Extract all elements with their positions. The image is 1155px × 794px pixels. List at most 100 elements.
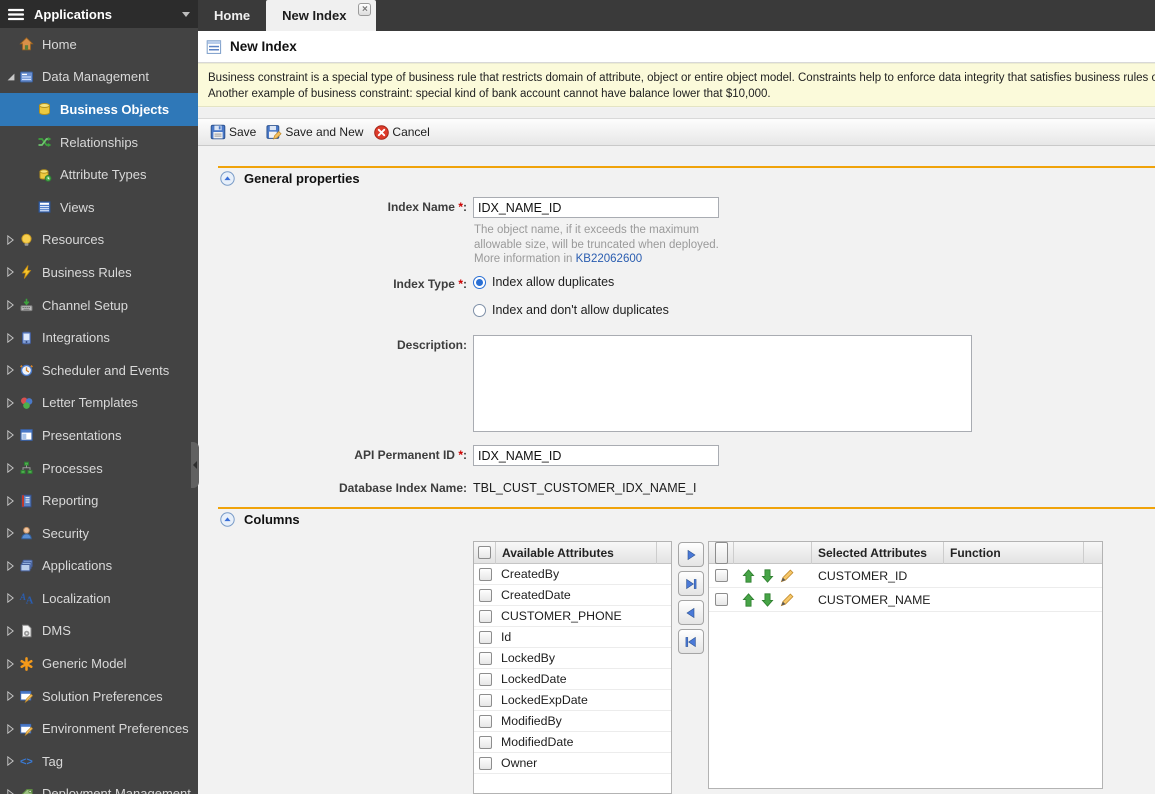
available-attribute-row[interactable]: ModifiedBy [474, 711, 671, 732]
move-all-right-button[interactable] [678, 571, 704, 596]
sidebar-item-presentations[interactable]: Presentations [0, 419, 198, 452]
sidebar-item-relationships[interactable]: Relationships [0, 126, 198, 159]
sidebar-item-deployment-management[interactable]: Deployment Management [0, 778, 198, 794]
expand-arrow-icon[interactable] [4, 560, 17, 571]
select-all-checkbox[interactable] [478, 546, 491, 559]
row-checkbox[interactable] [478, 567, 492, 581]
expand-arrow-icon[interactable] [4, 756, 17, 767]
sidebar-item-tag[interactable]: <> Tag [0, 745, 198, 778]
available-attribute-row[interactable]: ModifiedDate [474, 732, 671, 753]
row-checkbox[interactable] [478, 588, 492, 602]
sidebar-item-business-rules[interactable]: Business Rules [0, 256, 198, 289]
row-checkbox[interactable] [478, 693, 492, 707]
expand-arrow-icon[interactable] [4, 528, 17, 539]
selected-attribute-row[interactable]: CUSTOMER_ID [709, 564, 1102, 588]
sidebar-header[interactable]: Applications [0, 0, 198, 28]
sidebar-item-label: Deployment Management [42, 786, 191, 794]
caret-down-icon[interactable] [182, 11, 190, 17]
row-checkbox[interactable] [478, 756, 492, 770]
row-checkbox[interactable] [478, 651, 492, 665]
row-checkbox[interactable] [478, 609, 492, 623]
move-down-icon[interactable] [761, 592, 774, 607]
sidebar-item-home[interactable]: Home [0, 28, 198, 61]
tab-home[interactable]: Home [198, 0, 266, 31]
index-type-option-allow-duplicates[interactable]: Index allow duplicates [473, 275, 614, 289]
available-attribute-row[interactable]: LockedBy [474, 648, 671, 669]
expand-arrow-icon[interactable] [4, 234, 17, 245]
sidebar-item-attribute-types[interactable]: Attribute Types [0, 158, 198, 191]
available-attribute-row[interactable]: Id [474, 627, 671, 648]
move-down-icon[interactable] [761, 568, 774, 583]
description-textarea[interactable] [473, 335, 972, 432]
available-attribute-row[interactable]: LockedDate [474, 669, 671, 690]
sidebar-item-integrations[interactable]: Integrations [0, 321, 198, 354]
expand-arrow-icon[interactable] [4, 788, 17, 794]
expand-arrow-icon[interactable] [4, 723, 17, 734]
edit-pencil-icon[interactable] [780, 592, 795, 607]
api-permanent-id-input[interactable] [473, 445, 719, 466]
sidebar-item-dms[interactable]: DMS [0, 615, 198, 648]
sidebar-item-scheduler-and-events[interactable]: Scheduler and Events [0, 354, 198, 387]
available-attribute-row[interactable]: LockedExpDate [474, 690, 671, 711]
available-attribute-row[interactable]: CUSTOMER_PHONE [474, 606, 671, 627]
cancel-button[interactable]: Cancel [368, 121, 434, 143]
sidebar-item-reporting[interactable]: Reporting [0, 484, 198, 517]
sidebar-item-data-management[interactable]: Data Management [0, 61, 198, 94]
expand-arrow-icon[interactable] [4, 365, 17, 376]
radio-selected-icon[interactable] [473, 275, 486, 289]
expand-arrow-icon[interactable] [4, 267, 17, 278]
sidebar-item-resources[interactable]: Resources [0, 224, 198, 257]
expand-arrow-icon[interactable] [4, 300, 17, 311]
index-type-option-no-duplicates[interactable]: Index and don't allow duplicates [473, 303, 669, 317]
collapse-section-icon[interactable] [220, 512, 235, 527]
expand-arrow-icon[interactable] [4, 495, 17, 506]
sidebar-item-solution-preferences[interactable]: Solution Preferences [0, 680, 198, 713]
tab-new-index[interactable]: New Index × [266, 0, 377, 31]
move-selected-right-button[interactable] [678, 542, 704, 567]
expand-arrow-icon[interactable] [4, 593, 17, 604]
expand-arrow-icon[interactable] [4, 332, 17, 343]
sidebar-item-applications[interactable]: Applications [0, 550, 198, 583]
row-checkbox[interactable] [715, 569, 728, 582]
expand-arrow-icon[interactable] [4, 658, 17, 669]
move-up-icon[interactable] [742, 592, 755, 607]
available-attribute-row[interactable]: CreatedBy [474, 564, 671, 585]
sidebar-item-business-objects[interactable]: Business Objects [0, 93, 198, 126]
expand-arrow-icon[interactable] [4, 463, 17, 474]
hamburger-menu-icon[interactable] [8, 6, 24, 22]
available-attribute-row[interactable]: CreatedDate [474, 585, 671, 606]
collapse-section-icon[interactable] [220, 171, 235, 186]
sidebar-item-processes[interactable]: Processes [0, 452, 198, 485]
sidebar-item-security[interactable]: Security [0, 517, 198, 550]
row-checkbox[interactable] [478, 672, 492, 686]
sidebar-item-channel-setup[interactable]: Channel Setup [0, 289, 198, 322]
move-all-left-button[interactable] [678, 629, 704, 654]
row-checkbox[interactable] [478, 735, 492, 749]
sidebar-item-environment-preferences[interactable]: Environment Preferences [0, 712, 198, 745]
move-up-icon[interactable] [742, 568, 755, 583]
row-checkbox[interactable] [478, 630, 492, 644]
expand-arrow-icon[interactable] [4, 691, 17, 702]
expand-arrow-icon[interactable] [4, 397, 17, 408]
sidebar-collapse-handle[interactable] [191, 442, 199, 488]
move-selected-left-button[interactable] [678, 600, 704, 625]
radio-unselected-icon[interactable] [473, 303, 486, 317]
save-and-new-button[interactable]: Save and New [261, 121, 368, 143]
kb-link[interactable]: KB22062600 [576, 253, 643, 265]
expand-arrow-icon[interactable] [4, 430, 17, 441]
expand-arrow-icon[interactable] [4, 625, 17, 636]
row-checkbox[interactable] [478, 714, 492, 728]
selected-attribute-row[interactable]: CUSTOMER_NAME [709, 588, 1102, 612]
sidebar-item-localization[interactable]: A A Localization [0, 582, 198, 615]
available-attribute-row[interactable]: Owner [474, 753, 671, 774]
sidebar-item-views[interactable]: Views [0, 191, 198, 224]
select-all-checkbox[interactable] [714, 542, 728, 564]
edit-pencil-icon[interactable] [780, 568, 795, 583]
save-button[interactable]: Save [205, 121, 261, 143]
sidebar-item-generic-model[interactable]: Generic Model [0, 647, 198, 680]
sidebar-item-letter-templates[interactable]: Letter Templates [0, 387, 198, 420]
close-tab-icon[interactable]: × [358, 3, 372, 16]
index-name-input[interactable] [473, 197, 719, 218]
row-checkbox[interactable] [715, 593, 728, 606]
collapse-arrow-icon[interactable] [4, 73, 17, 81]
